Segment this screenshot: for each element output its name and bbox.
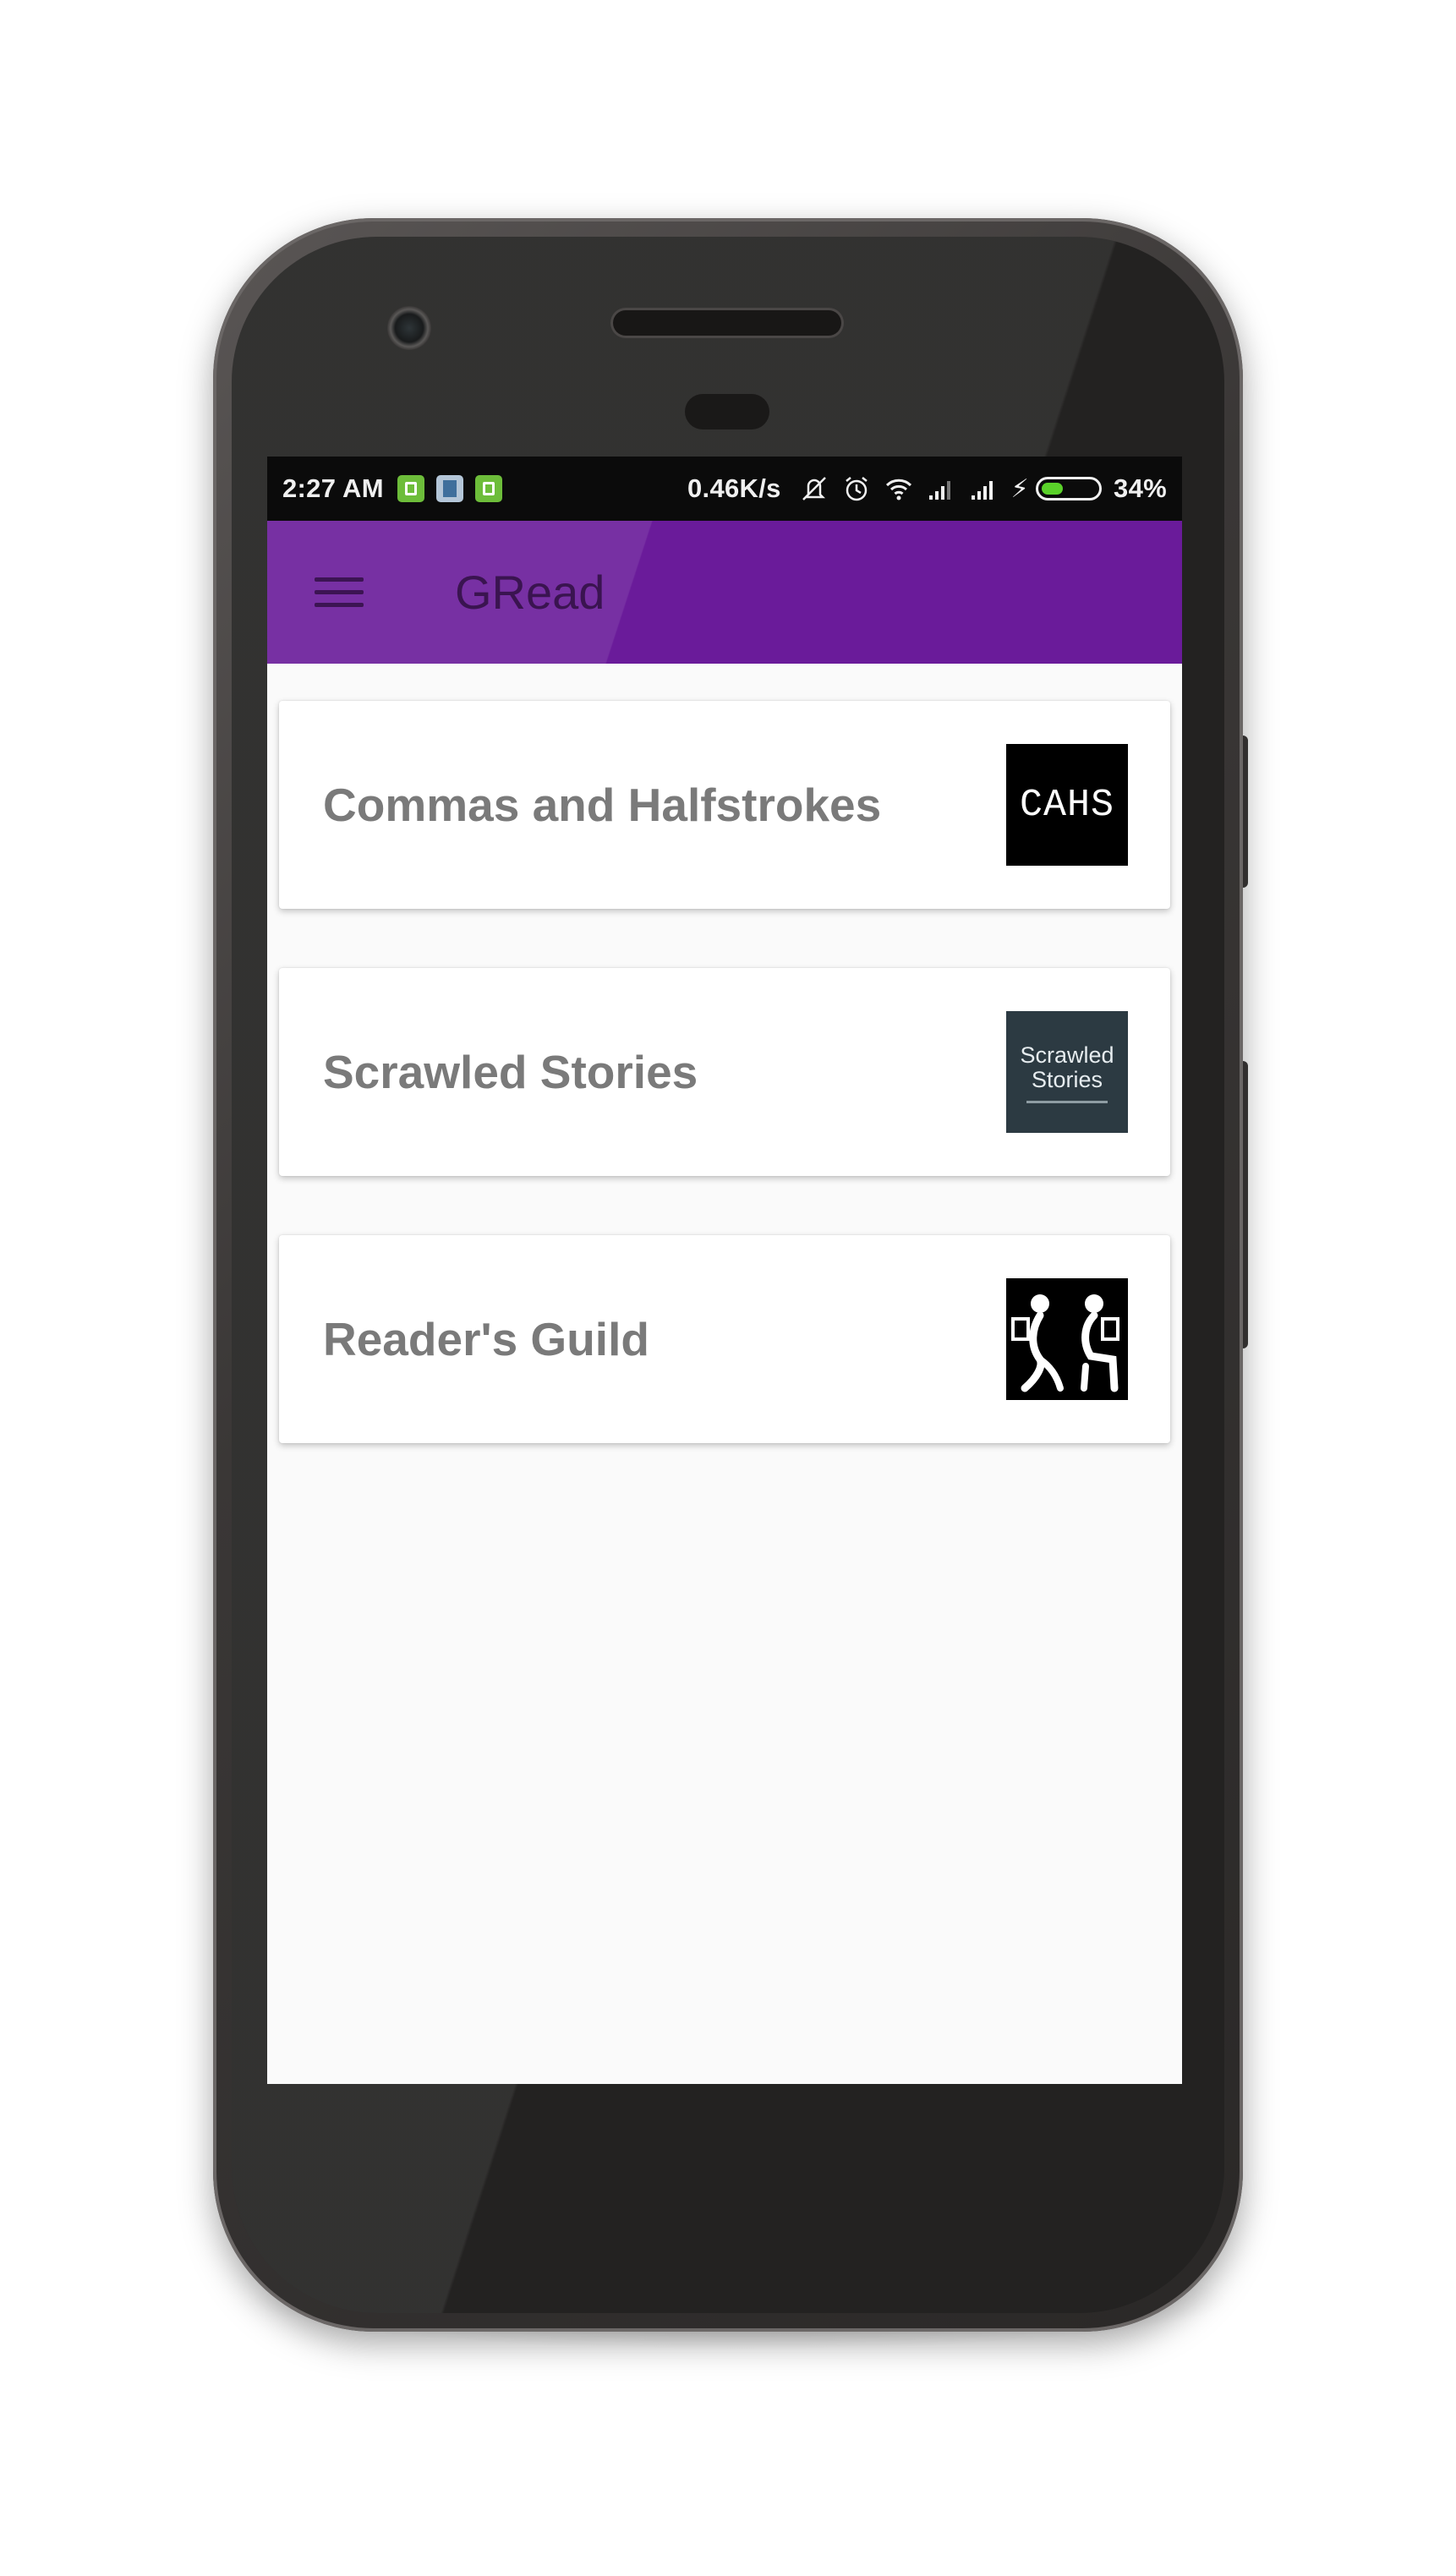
battery-icon xyxy=(1036,477,1103,500)
group-thumbnail: Scrawled Stories xyxy=(1006,1011,1128,1133)
group-list: Commas and Halfstrokes CAHS Scrawled Sto… xyxy=(267,664,1182,1443)
list-item[interactable]: Scrawled Stories Scrawled Stories xyxy=(279,968,1170,1176)
alarm-icon xyxy=(842,474,871,503)
charging-icon: ⚡ xyxy=(1010,474,1030,503)
app-bar: GRead xyxy=(267,521,1182,664)
sim-notification-icon xyxy=(397,475,424,502)
status-right-group: 0.46K/s ⚡ 34% xyxy=(687,473,1167,504)
status-bar: 2:27 AM 0.46K/s ⚡ 34% xyxy=(267,457,1182,521)
group-title: Reader's Guild xyxy=(323,1313,649,1365)
group-thumbnail xyxy=(1006,1278,1128,1400)
signal-icon xyxy=(927,474,955,503)
group-title: Commas and Halfstrokes xyxy=(323,779,882,831)
list-item[interactable]: Reader's Guild xyxy=(279,1235,1170,1443)
android-notification-icon xyxy=(474,475,502,502)
thumbnail-subtitle-line xyxy=(1026,1101,1108,1103)
group-thumbnail: CAHS xyxy=(1006,744,1128,866)
list-item[interactable]: Commas and Halfstrokes CAHS xyxy=(279,701,1170,909)
app-title: GRead xyxy=(455,566,605,619)
signal-icon xyxy=(969,474,998,503)
thumbnail-text: Scrawled Stories xyxy=(1020,1042,1114,1092)
readers-logo-icon xyxy=(1011,1294,1119,1392)
group-title: Scrawled Stories xyxy=(323,1046,698,1098)
wifi-icon xyxy=(884,474,913,503)
hamburger-menu-icon[interactable] xyxy=(315,572,365,613)
file-notification-icon xyxy=(435,475,463,502)
battery-percent: 34% xyxy=(1114,473,1167,503)
network-speed: 0.46K/s xyxy=(687,473,781,503)
app-screen: 2:27 AM 0.46K/s ⚡ 34% GRead Commas and H… xyxy=(267,457,1182,2084)
vibrate-icon xyxy=(800,474,829,503)
status-time: 2:27 AM xyxy=(282,473,384,503)
thumbnail-text: CAHS xyxy=(1019,783,1115,827)
proximity-sensor xyxy=(685,394,769,429)
front-camera xyxy=(387,306,431,350)
earpiece-speaker xyxy=(613,310,841,336)
